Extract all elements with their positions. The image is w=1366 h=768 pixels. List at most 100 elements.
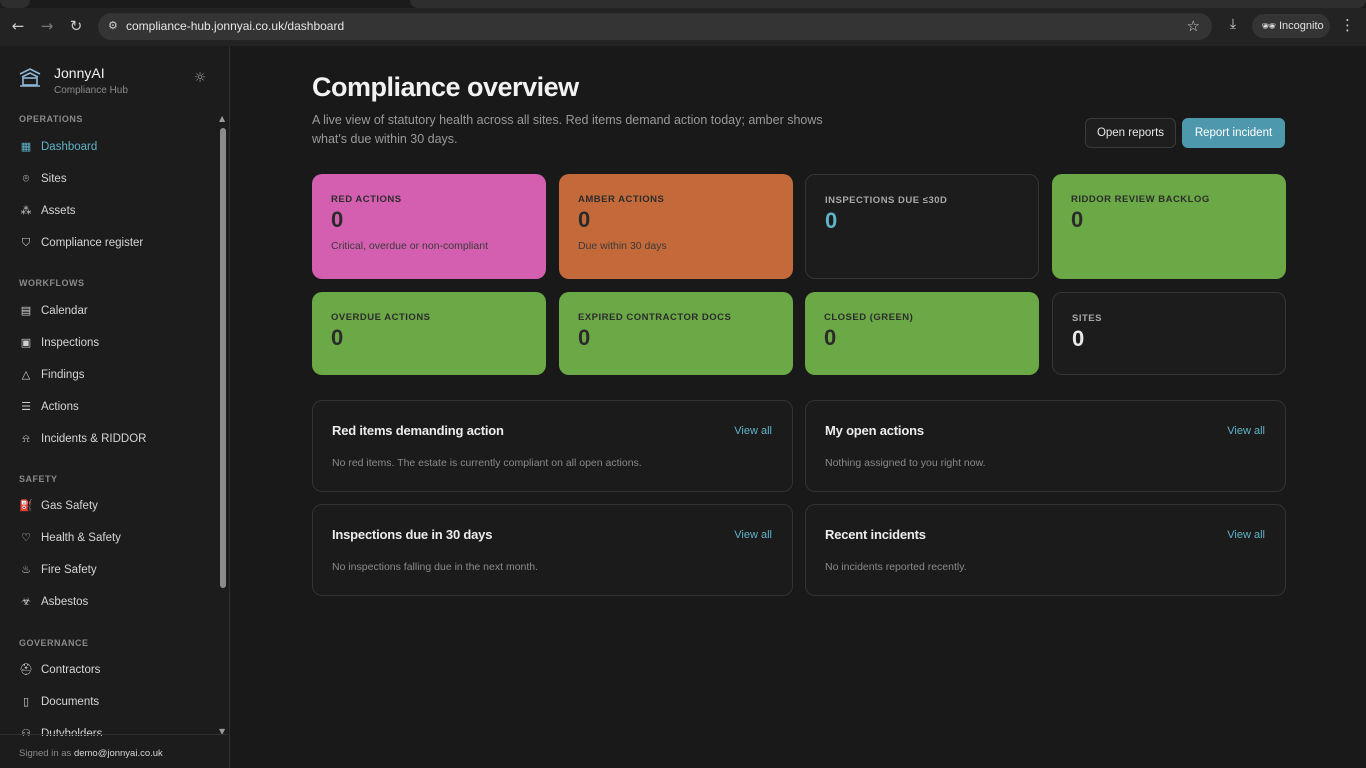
sidebar-item-label: Calendar bbox=[41, 305, 88, 317]
browser-tab-active[interactable] bbox=[410, 0, 1366, 8]
address-bar[interactable]: ⚙ compliance-hub.jonnyai.co.uk/dashboard… bbox=[98, 13, 1212, 40]
sidebar-item-compliance-register[interactable]: ⛉ Compliance register bbox=[19, 233, 209, 253]
brand-name: JonnyAI bbox=[54, 65, 105, 81]
sidebar-item-documents[interactable]: ▯ Documents bbox=[19, 692, 209, 712]
map-pin-icon: ⌾ bbox=[22, 172, 30, 185]
panel-empty-text: No incidents reported recently. bbox=[825, 561, 967, 573]
scroll-up-icon[interactable]: ▲ bbox=[219, 114, 225, 123]
view-all-link[interactable]: View all bbox=[734, 529, 772, 541]
sidebar-item-label: Health & Safety bbox=[41, 532, 121, 544]
flame-icon: ♨ bbox=[21, 563, 31, 576]
kpi-label: RED ACTIONS bbox=[331, 194, 402, 205]
panel-title: My open actions bbox=[825, 423, 924, 438]
sidebar-item-gas-safety[interactable]: ⛽ Gas Safety bbox=[19, 496, 209, 516]
kpi-amber-actions[interactable]: AMBER ACTIONS 0 Due within 30 days bbox=[559, 174, 793, 279]
document-icon: ▯ bbox=[22, 695, 30, 708]
sidebar-item-fire-safety[interactable]: ♨ Fire Safety bbox=[19, 560, 209, 580]
tab-strip bbox=[0, 0, 1366, 8]
kpi-inspections-due[interactable]: INSPECTIONS DUE ≤30D 0 bbox=[805, 174, 1039, 279]
fuel-icon: ⛽ bbox=[19, 499, 33, 512]
report-incident-button[interactable]: Report incident bbox=[1182, 118, 1285, 148]
sidebar: JonnyAI Compliance Hub ☼ OPERATIONS ▦ Das… bbox=[0, 46, 230, 768]
open-reports-button[interactable]: Open reports bbox=[1085, 118, 1176, 148]
url-text[interactable]: compliance-hub.jonnyai.co.uk/dashboard bbox=[126, 19, 344, 33]
incognito-label: Incognito bbox=[1279, 20, 1324, 32]
kpi-expired-contractor-docs[interactable]: EXPIRED CONTRACTOR DOCS 0 bbox=[559, 292, 793, 375]
kpi-value: 0 bbox=[824, 325, 837, 350]
download-icon[interactable]: ⤓ bbox=[1224, 16, 1242, 36]
sidebar-item-dashboard[interactable]: ▦ Dashboard bbox=[19, 137, 209, 157]
browser-tab[interactable] bbox=[0, 0, 30, 8]
kpi-sub: Due within 30 days bbox=[578, 240, 667, 252]
dashboard-grid-icon: ▦ bbox=[20, 140, 32, 153]
kpi-riddor-review-backlog[interactable]: RIDDOR REVIEW BACKLOG 0 bbox=[1052, 174, 1286, 279]
star-icon[interactable]: ☆ bbox=[1187, 17, 1200, 35]
forward-arrow-icon[interactable]: → bbox=[37, 16, 57, 36]
sidebar-item-sites[interactable]: ⌾ Sites bbox=[19, 169, 209, 189]
sidebar-item-label: Compliance register bbox=[41, 237, 144, 249]
kebab-menu-icon[interactable]: ⋮ bbox=[1340, 16, 1355, 36]
sidebar-item-label: Assets bbox=[41, 205, 76, 217]
page-title: Compliance overview bbox=[312, 72, 579, 102]
calendar-icon: ▤ bbox=[20, 304, 32, 317]
sidebar-item-label: Incidents & RIDDOR bbox=[41, 433, 147, 445]
section-safety: SAFETY bbox=[19, 474, 58, 484]
scrollbar-thumb[interactable] bbox=[220, 128, 226, 588]
back-arrow-icon[interactable]: ← bbox=[8, 16, 28, 36]
panel-recent-incidents: Recent incidents View all No incidents r… bbox=[805, 504, 1286, 596]
view-all-link[interactable]: View all bbox=[1227, 529, 1265, 541]
brand-logo-icon bbox=[19, 68, 41, 87]
reload-icon[interactable]: ↻ bbox=[66, 16, 86, 36]
kpi-red-actions[interactable]: RED ACTIONS 0 Critical, overdue or non-c… bbox=[312, 174, 546, 279]
page-subtitle: A live view of statutory health across a… bbox=[312, 113, 823, 146]
clipboard-icon: ▣ bbox=[20, 336, 32, 349]
sidebar-item-label: Findings bbox=[41, 369, 85, 381]
sidebar-item-actions[interactable]: ☰ Actions bbox=[19, 397, 209, 417]
kpi-value: 0 bbox=[578, 325, 591, 350]
sidebar-item-label: Gas Safety bbox=[41, 500, 98, 512]
kpi-value: 0 bbox=[331, 325, 344, 350]
section-workflows: WORKFLOWS bbox=[19, 278, 85, 288]
section-operations: OPERATIONS bbox=[19, 114, 83, 124]
panel-title: Inspections due in 30 days bbox=[332, 527, 493, 542]
sidebar-item-label: Fire Safety bbox=[41, 564, 97, 576]
sun-icon[interactable]: ☼ bbox=[192, 70, 208, 86]
shield-check-icon: ⛉ bbox=[21, 236, 31, 249]
hard-hat-icon: ⛑ bbox=[19, 663, 33, 676]
view-all-link[interactable]: View all bbox=[1227, 425, 1265, 437]
heart-pulse-icon: ♡ bbox=[21, 531, 31, 544]
section-governance: GOVERNANCE bbox=[19, 638, 89, 648]
sidebar-item-contractors[interactable]: ⛑ Contractors bbox=[19, 660, 209, 680]
kpi-label: CLOSED (GREEN) bbox=[824, 312, 914, 323]
panel-empty-text: No red items. The estate is currently co… bbox=[332, 457, 642, 469]
sidebar-item-label: Sites bbox=[41, 173, 67, 185]
sidebar-item-assets[interactable]: ⁂ Assets bbox=[19, 201, 209, 221]
site-info-icon[interactable]: ⚙ bbox=[108, 19, 122, 33]
kpi-sites[interactable]: SITES 0 bbox=[1052, 292, 1286, 375]
sidebar-item-label: Documents bbox=[41, 696, 100, 708]
sidebar-item-calendar[interactable]: ▤ Calendar bbox=[19, 301, 209, 321]
kpi-value: 0 bbox=[578, 207, 591, 232]
panel-title: Recent incidents bbox=[825, 527, 926, 542]
kpi-closed-green[interactable]: CLOSED (GREEN) 0 bbox=[805, 292, 1039, 375]
sidebar-nav: OPERATIONS ▦ Dashboard ⌾ Sites ⁂ Assets ⛉ Co… bbox=[0, 112, 216, 736]
list-check-icon: ☰ bbox=[21, 400, 31, 413]
sidebar-item-incidents-riddor[interactable]: ⍾ Incidents & RIDDOR bbox=[19, 429, 209, 449]
sidebar-item-label: Dashboard bbox=[41, 141, 98, 153]
view-all-link[interactable]: View all bbox=[734, 425, 772, 437]
sidebar-item-health-safety[interactable]: ♡ Health & Safety bbox=[19, 528, 209, 548]
sidebar-item-findings[interactable]: △ Findings bbox=[19, 365, 209, 385]
browser-toolbar: ← → ↻ ⚙ compliance-hub.jonnyai.co.uk/das… bbox=[0, 0, 1366, 46]
kpi-label: INSPECTIONS DUE ≤30D bbox=[825, 195, 948, 206]
kpi-overdue-actions[interactable]: OVERDUE ACTIONS 0 bbox=[312, 292, 546, 375]
kpi-value: 0 bbox=[825, 208, 838, 233]
sidebar-item-label: Actions bbox=[41, 401, 79, 413]
kpi-label: AMBER ACTIONS bbox=[578, 194, 665, 205]
kpi-value: 0 bbox=[1071, 207, 1084, 232]
kpi-label: OVERDUE ACTIONS bbox=[331, 312, 431, 323]
sidebar-item-inspections[interactable]: ▣ Inspections bbox=[19, 333, 209, 353]
sidebar-scrollbar[interactable]: ▲ ▼ bbox=[218, 112, 228, 736]
sidebar-item-asbestos[interactable]: ☣ Asbestos bbox=[19, 592, 209, 612]
kpi-label: EXPIRED CONTRACTOR DOCS bbox=[578, 312, 732, 323]
incognito-badge[interactable]: 🕶 Incognito bbox=[1252, 14, 1330, 38]
